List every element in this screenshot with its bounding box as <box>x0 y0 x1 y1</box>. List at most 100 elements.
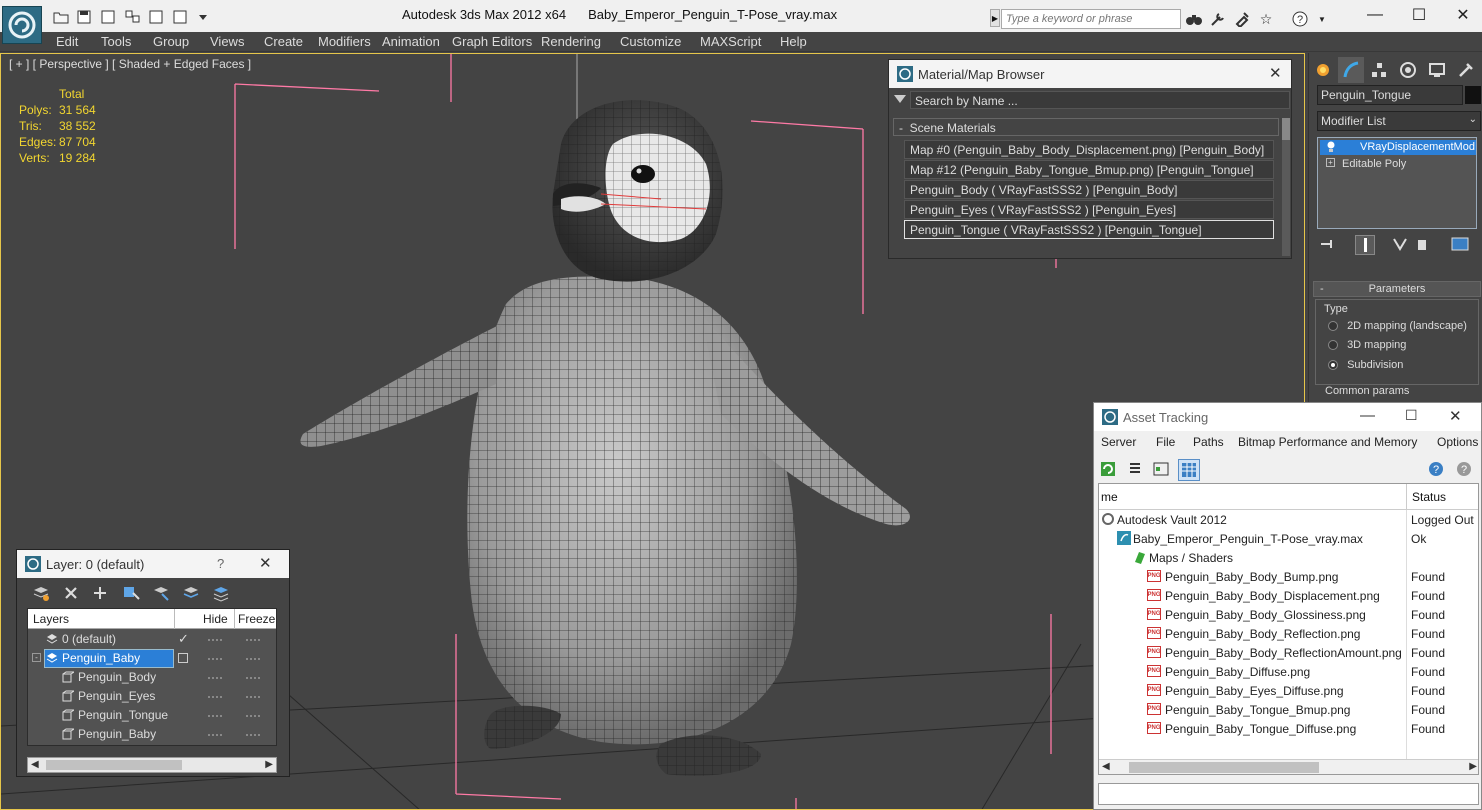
filter-dropdown-icon[interactable] <box>893 93 909 107</box>
help-button[interactable]: ? <box>217 556 224 571</box>
expand-icon[interactable]: + <box>1326 158 1335 167</box>
column-header-freeze[interactable]: Freeze <box>238 612 275 626</box>
menu-bitmap-performance[interactable]: Bitmap Performance and Memory <box>1238 435 1417 449</box>
asset-path-field[interactable] <box>1098 783 1479 805</box>
make-unique-icon[interactable] <box>1392 237 1412 253</box>
material-list-item[interactable]: Penguin_Body ( VRayFastSSS2 ) [Penguin_B… <box>904 180 1274 199</box>
material-list-item[interactable]: Penguin_Eyes ( VRayFastSSS2 ) [Penguin_E… <box>904 200 1274 219</box>
material-browser-titlebar[interactable]: Material/Map Browser ✕ <box>889 60 1291 88</box>
help-icon[interactable]: ? <box>1428 461 1446 479</box>
modify-tab-icon[interactable] <box>1338 57 1364 83</box>
asset-row[interactable]: PNG Penguin_Baby_Body_Displacement.png F… <box>1099 586 1478 605</box>
radio-3d-mapping[interactable]: 3D mapping <box>1328 339 1406 351</box>
close-icon[interactable]: ✕ <box>1269 64 1282 82</box>
freeze-toggle[interactable] <box>246 639 260 641</box>
close-icon[interactable]: ✕ <box>1448 4 1478 26</box>
whats-this-icon[interactable]: ? <box>1456 461 1474 479</box>
radio-button-selected[interactable] <box>1328 360 1338 371</box>
freeze-toggle[interactable] <box>246 734 260 736</box>
asset-row[interactable]: Autodesk Vault 2012 Logged Out <box>1099 510 1478 529</box>
binoculars-icon[interactable] <box>1184 9 1204 29</box>
modifier-stack-item-editable-poly[interactable]: + Editable Poly <box>1320 157 1476 172</box>
asset-row[interactable]: PNG Penguin_Baby_Body_Glossiness.png Fou… <box>1099 605 1478 624</box>
hide-toggle[interactable] <box>208 696 222 698</box>
material-list-item[interactable]: Map #0 (Penguin_Baby_Body_Displacement.p… <box>904 140 1274 159</box>
menu-options[interactable]: Options <box>1437 435 1478 449</box>
material-list-item-selected[interactable]: Penguin_Tongue ( VRayFastSSS2 ) [Penguin… <box>904 220 1274 239</box>
menu-paths[interactable]: Paths <box>1193 435 1224 449</box>
freeze-toggle[interactable] <box>246 677 260 679</box>
open-file-icon[interactable] <box>52 9 70 25</box>
asset-row[interactable]: PNG Penguin_Baby_Eyes_Diffuse.png Found <box>1099 681 1478 700</box>
hide-toggle[interactable] <box>208 658 222 660</box>
create-tab-icon[interactable] <box>1310 57 1336 83</box>
select-objects-icon[interactable] <box>121 583 141 603</box>
menu-rendering[interactable]: Rendering <box>541 34 601 49</box>
layer-row[interactable]: 0 (default) ✓ <box>28 630 276 649</box>
hide-unhide-all-icon[interactable] <box>211 583 231 603</box>
maximize-icon[interactable]: ☐ <box>1404 4 1434 26</box>
new-file-icon[interactable] <box>99 9 117 25</box>
save-icon[interactable] <box>75 9 93 25</box>
show-end-result-icon[interactable] <box>1355 235 1375 255</box>
column-header-layers[interactable]: Layers <box>33 612 69 626</box>
lightbulb-icon[interactable] <box>1326 141 1336 156</box>
scroll-thumb[interactable] <box>1129 762 1319 773</box>
freeze-toggle[interactable] <box>246 696 260 698</box>
hide-toggle[interactable] <box>208 734 222 736</box>
asset-row[interactable]: PNG Penguin_Baby_Tongue_Diffuse.png Foun… <box>1099 719 1478 738</box>
search-input[interactable]: Type a keyword or phrase <box>1001 9 1181 29</box>
material-list-item[interactable]: Map #12 (Penguin_Baby_Tongue_Bmup.png) [… <box>904 160 1274 179</box>
menu-group[interactable]: Group <box>153 34 189 49</box>
hide-toggle[interactable] <box>208 677 222 679</box>
layer-object-row[interactable]: Penguin_Body <box>28 668 276 687</box>
layer-object-row[interactable]: Penguin_Baby <box>28 725 276 744</box>
asset-row[interactable]: PNG Penguin_Baby_Body_Reflection.png Fou… <box>1099 624 1478 643</box>
close-icon[interactable]: ✕ <box>1449 407 1462 425</box>
asset-row[interactable]: PNG Penguin_Baby_Body_ReflectionAmount.p… <box>1099 643 1478 662</box>
display-tab-icon[interactable] <box>1424 57 1450 83</box>
object-color-swatch[interactable] <box>1465 86 1481 104</box>
hide-toggle[interactable] <box>208 639 222 641</box>
delete-layer-icon[interactable] <box>61 583 81 603</box>
layer-window-titlebar[interactable]: Layer: 0 (default) ? ✕ <box>17 550 289 578</box>
column-header-status[interactable]: Status <box>1412 490 1446 504</box>
help-icon[interactable]: ? <box>1290 9 1310 29</box>
column-header-name[interactable]: me <box>1101 490 1118 504</box>
favorites-star-icon[interactable]: ☆ <box>1256 9 1276 29</box>
layer-object-row[interactable]: Penguin_Tongue <box>28 706 276 725</box>
radio-button[interactable] <box>1328 340 1338 351</box>
motion-tab-icon[interactable] <box>1395 57 1421 83</box>
help-dropdown-icon[interactable]: ▼ <box>1312 9 1332 29</box>
viewport-label[interactable]: [ + ] [ Perspective ] [ Shaded + Edged F… <box>9 57 251 71</box>
menu-create[interactable]: Create <box>264 34 303 49</box>
select-layer-icon[interactable] <box>151 583 171 603</box>
minimize-icon[interactable]: — <box>1360 407 1375 424</box>
freeze-toggle[interactable] <box>246 658 260 660</box>
menu-maxscript[interactable]: MAXScript <box>700 34 761 49</box>
configure-modifier-sets-icon[interactable] <box>1451 237 1471 253</box>
asset-row[interactable]: Baby_Emperor_Penguin_T-Pose_vray.max Ok <box>1099 529 1478 548</box>
tools-icon[interactable] <box>1208 9 1228 29</box>
scroll-thumb[interactable] <box>46 760 182 770</box>
hierarchy-tab-icon[interactable] <box>1366 57 1392 83</box>
search-expand-icon[interactable]: ▶ <box>990 9 1000 27</box>
asset-row[interactable]: PNG Penguin_Baby_Body_Bump.png Found <box>1099 567 1478 586</box>
asset-row[interactable]: Maps / Shaders <box>1099 548 1478 567</box>
menu-file[interactable]: File <box>1156 435 1175 449</box>
table-view-icon[interactable] <box>1178 459 1200 481</box>
quick-access-dropdown-icon[interactable] <box>194 9 212 25</box>
column-header-hide[interactable]: Hide <box>203 612 228 626</box>
undo-icon[interactable] <box>147 9 165 25</box>
menu-views[interactable]: Views <box>210 34 244 49</box>
communication-center-icon[interactable] <box>1232 9 1252 29</box>
scroll-right-icon[interactable]: ▶ <box>265 759 273 770</box>
add-to-layer-icon[interactable] <box>90 583 110 603</box>
scene-materials-rollout[interactable]: - Scene Materials <box>893 118 1279 136</box>
asset-horizontal-scrollbar[interactable]: ◀ ▶ <box>1099 759 1478 774</box>
menu-animation[interactable]: Animation <box>382 34 440 49</box>
close-icon[interactable]: ✕ <box>259 554 272 572</box>
menu-server[interactable]: Server <box>1101 435 1136 449</box>
radio-button[interactable] <box>1328 321 1338 332</box>
thumbnail-view-icon[interactable] <box>1153 461 1171 479</box>
